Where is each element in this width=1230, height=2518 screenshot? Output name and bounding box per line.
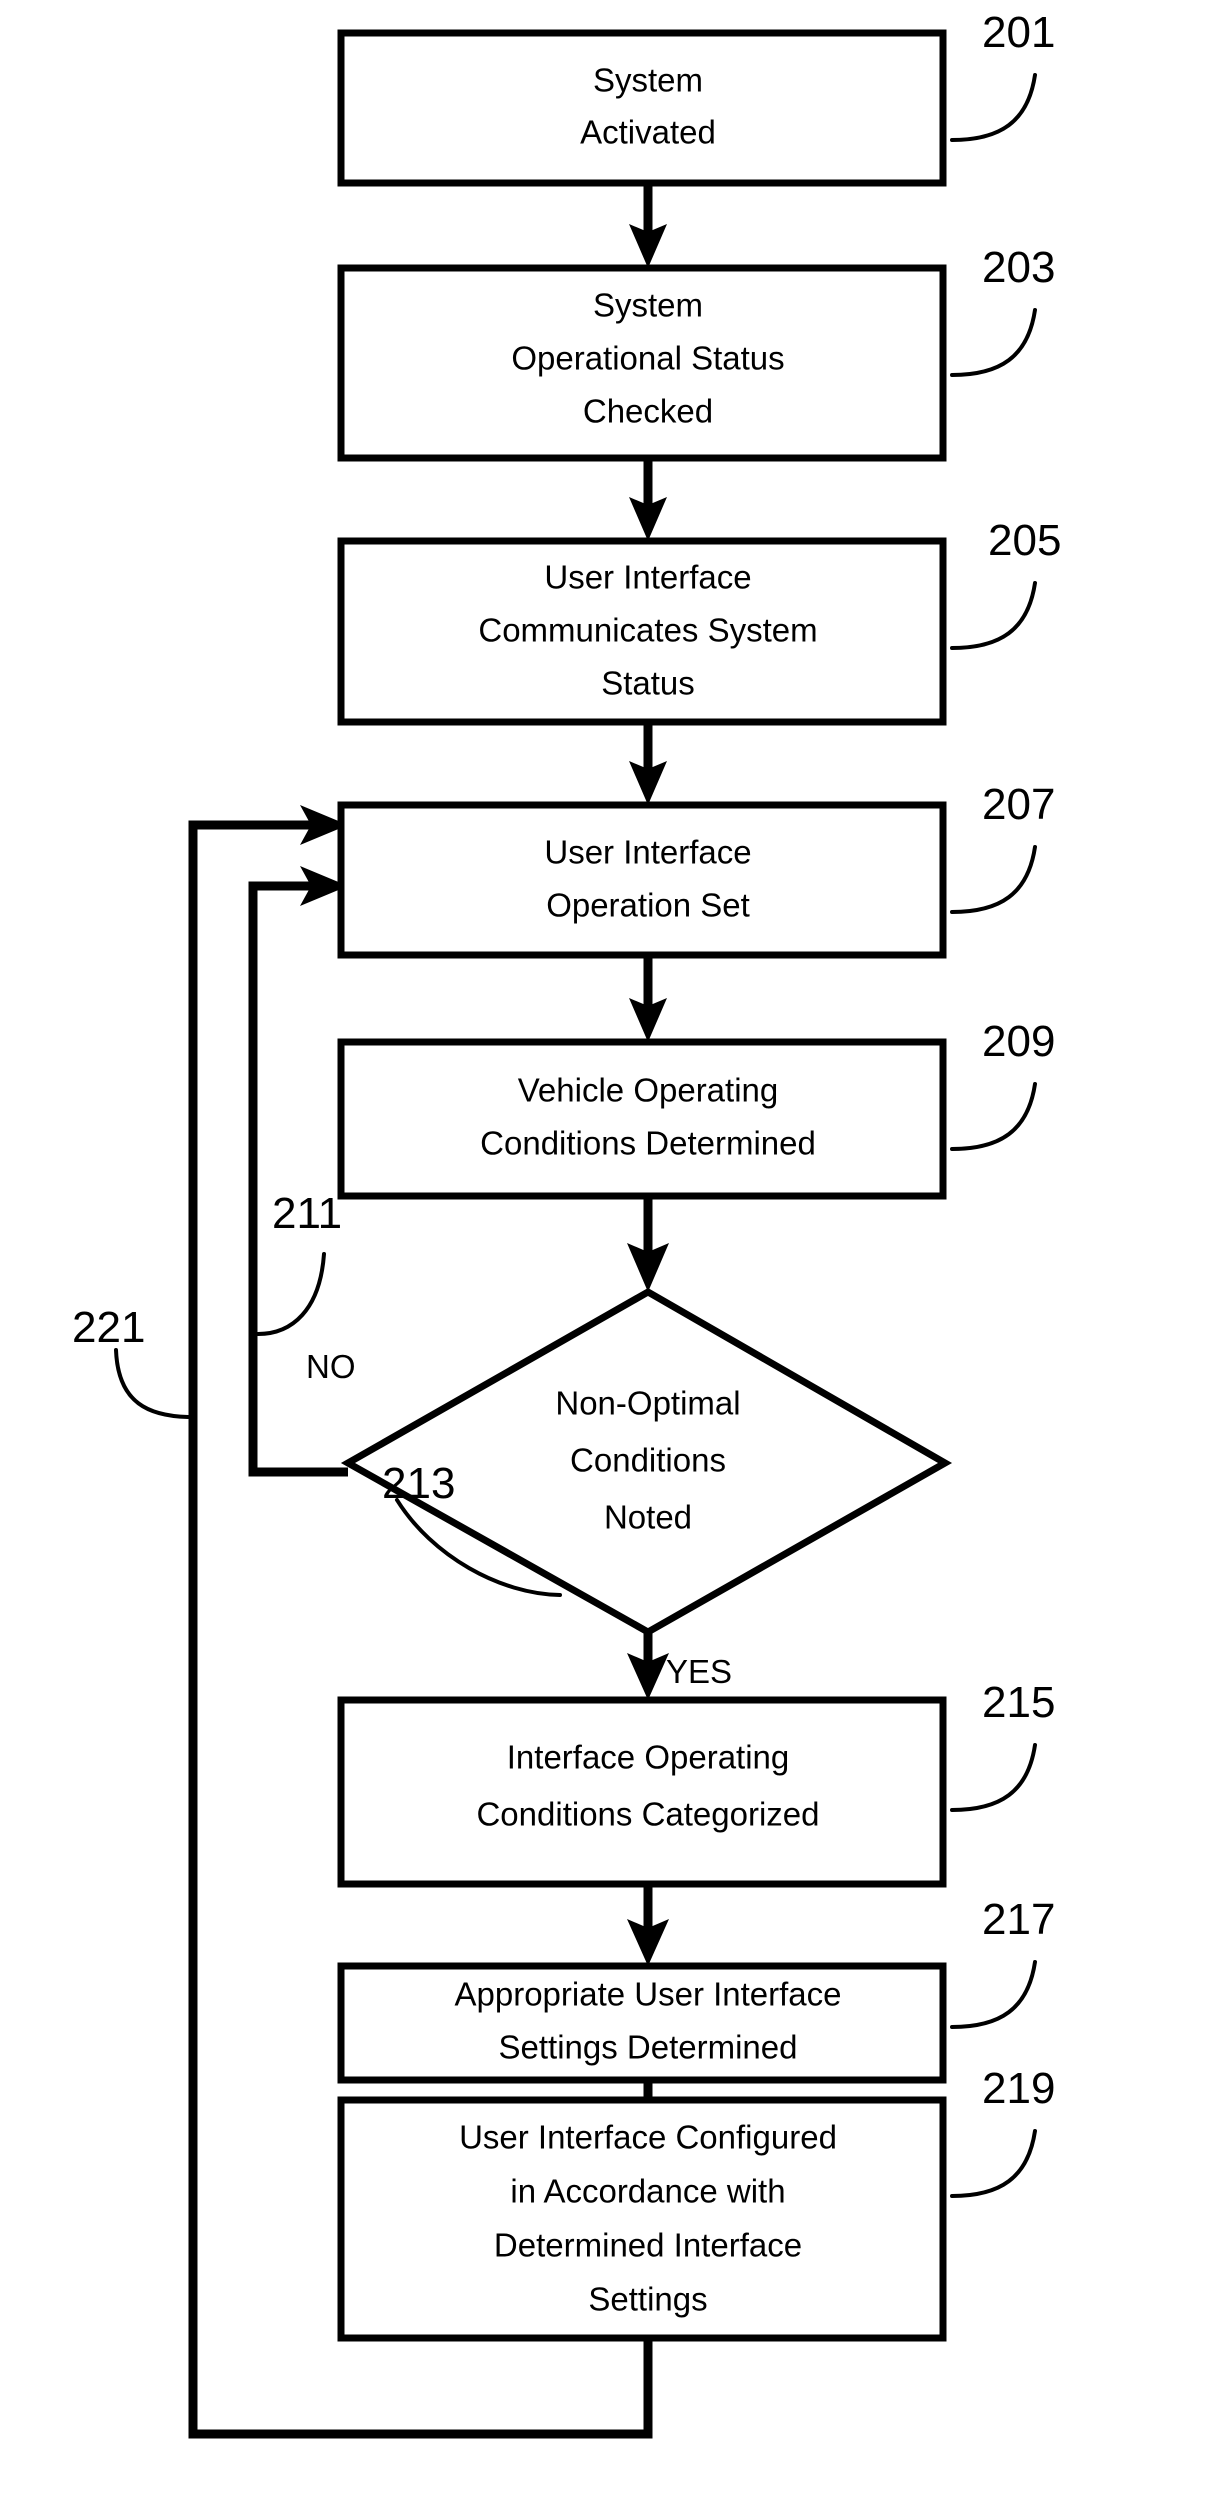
- node-box-215: [337, 1696, 947, 1888]
- ref-callout-219: 219: [950, 2064, 1055, 2198]
- ref-callout-221: 221: [72, 1303, 190, 1419]
- node-label-211-line1: Non-Optimal: [555, 1385, 740, 1422]
- node-label-207-line2: Operation Set: [546, 887, 750, 924]
- node-label-207-line1: User Interface: [544, 834, 751, 871]
- node-label-219-line4: Settings: [588, 2281, 707, 2318]
- node-label-203-line2: Operational Status: [511, 340, 784, 377]
- ref-callout-201: 201: [950, 8, 1055, 142]
- ref-label-211: 211: [272, 1189, 342, 1238]
- node-label-203-line1: System: [593, 287, 703, 324]
- node-box-201: [337, 29, 947, 187]
- ref-callout-205: 205: [950, 516, 1061, 650]
- ref-label-203: 203: [982, 243, 1055, 292]
- node-label-217-line2: Settings Determined: [499, 2029, 798, 2066]
- node-box-209: [337, 1038, 947, 1200]
- node-label-205-line3: Status: [601, 665, 695, 702]
- flowchart-canvas: System Activated System Operational Stat…: [72, 8, 1061, 2439]
- connector-203-to-205: [629, 458, 667, 541]
- ref-label-205: 205: [988, 516, 1061, 565]
- node-label-219-line1: User Interface Configured: [459, 2119, 837, 2156]
- ref-label-201: 201: [982, 8, 1055, 57]
- connector-215-to-217: [627, 1884, 669, 1966]
- node-label-219-line2: in Accordance with: [510, 2173, 785, 2210]
- connector-205-to-207: [629, 722, 667, 805]
- node-label-217-line1: Appropriate User Interface: [454, 1976, 841, 2013]
- node-label-215-line2: Conditions Categorized: [476, 1796, 819, 1833]
- connector-201-to-203: [629, 183, 667, 268]
- ref-label-219: 219: [982, 2064, 1055, 2113]
- node-box-207: [337, 801, 947, 959]
- node-label-211-line3: Noted: [604, 1499, 692, 1536]
- node-label-219-line3: Determined Interface: [494, 2227, 802, 2264]
- ref-label-209: 209: [982, 1017, 1055, 1066]
- ref-callout-217: 217: [950, 1895, 1055, 2029]
- node-label-203-line3: Checked: [583, 393, 713, 430]
- ref-callout-211: 211: [256, 1189, 342, 1336]
- ref-callout-209: 209: [950, 1017, 1055, 1151]
- ref-callout-215: 215: [950, 1678, 1055, 1812]
- connector-209-to-211: [627, 1196, 669, 1292]
- branch-label-no: NO: [306, 1348, 356, 1385]
- node-label-205-line2: Communicates System: [478, 612, 817, 649]
- ref-callout-203: 203: [950, 243, 1055, 377]
- ref-label-213: 213: [382, 1459, 455, 1508]
- connector-211-yes-to-215: [627, 1632, 669, 1700]
- node-label-209-line1: Vehicle Operating: [518, 1072, 779, 1109]
- node-label-211-line2: Conditions: [570, 1442, 726, 1479]
- node-label-201-line2: Activated: [580, 114, 716, 151]
- node-label-209-line2: Conditions Determined: [480, 1125, 816, 1162]
- connector-207-to-209: [629, 955, 667, 1042]
- branch-label-yes: YES: [666, 1653, 732, 1690]
- ref-label-221: 221: [72, 1303, 145, 1352]
- node-label-205-line1: User Interface: [544, 559, 751, 596]
- ref-callout-207: 207: [950, 780, 1055, 914]
- ref-label-215: 215: [982, 1678, 1055, 1727]
- node-label-215-line1: Interface Operating: [507, 1739, 790, 1776]
- node-label-201-line1: System: [593, 62, 703, 99]
- patent-figure: System Activated System Operational Stat…: [0, 0, 1230, 2518]
- ref-label-217: 217: [982, 1895, 1055, 1944]
- ref-label-207: 207: [982, 780, 1055, 829]
